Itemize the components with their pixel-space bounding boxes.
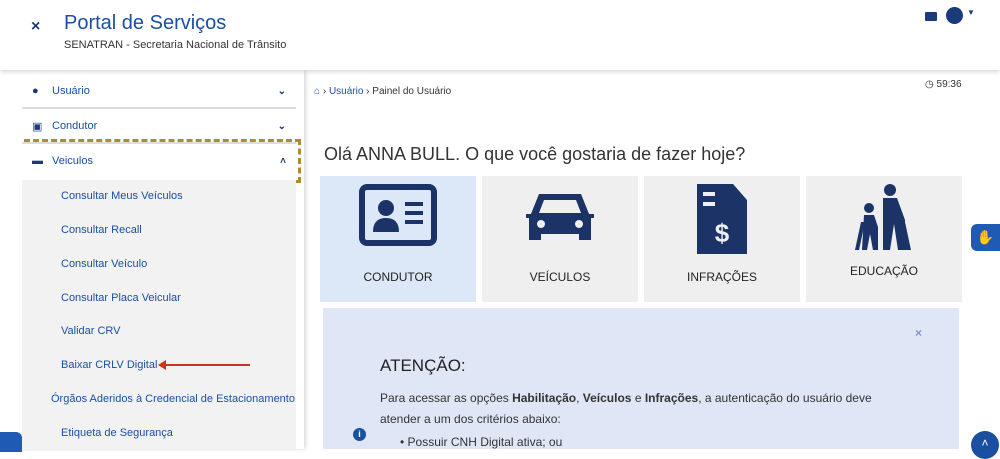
card-condutor[interactable]: CONDUTOR xyxy=(320,176,476,302)
attention-alert: × ATENÇÃO: Para acessar as opções Habili… xyxy=(323,308,959,449)
card-label: CONDUTOR xyxy=(363,270,433,284)
session-timer: ◷ 59:36 xyxy=(925,79,962,90)
highlight-box xyxy=(24,139,301,183)
submenu xyxy=(22,180,296,449)
chevron-down-icon: ⌄ xyxy=(277,85,286,97)
submenu-item[interactable]: Baixar CRLV Digital xyxy=(61,359,157,371)
sign-language-icon[interactable]: ✋ xyxy=(971,224,1000,251)
submenu-item[interactable]: Consultar Recall xyxy=(61,224,142,236)
alert-close-button[interactable]: × xyxy=(915,326,922,340)
id-card-icon xyxy=(359,184,437,246)
invoice-icon: $ xyxy=(697,184,747,254)
text: Habilitação xyxy=(512,391,577,405)
alert-bullet: • Possuir CNH Digital ativa; ou xyxy=(400,435,563,449)
info-icon: i xyxy=(353,428,366,441)
text: , xyxy=(576,391,583,405)
chevron-down-icon: ⌄ xyxy=(277,120,286,132)
submenu-item[interactable]: Consultar Placa Veicular xyxy=(61,292,181,304)
breadcrumb-current: Painel do Usuário xyxy=(372,86,452,97)
submenu-item[interactable]: Validar CRV xyxy=(61,325,121,337)
breadcrumb: ⌂ › Usuário › Painel do Usuário xyxy=(314,86,452,97)
submenu-item[interactable]: Consultar Meus Veículos xyxy=(61,190,183,202)
card-educacao[interactable]: EDUCAÇÃO xyxy=(806,176,962,302)
text: Infrações xyxy=(644,391,699,405)
submenu-item[interactable]: Etiqueta de Segurança xyxy=(61,427,173,439)
text: Veículos xyxy=(582,391,632,405)
page-title: Portal de Serviços xyxy=(64,12,227,34)
sidebar-label: Condutor xyxy=(52,120,98,132)
sidebar-item-usuario[interactable]: ● Usuário ⌄ xyxy=(22,74,296,108)
car-icon xyxy=(526,194,594,240)
annotation-arrow xyxy=(158,360,250,370)
id-card-icon: ▣ xyxy=(32,120,43,133)
sidebar-label: Usuário xyxy=(52,85,90,97)
clock-icon: ◷ xyxy=(925,79,934,90)
mail-icon[interactable] xyxy=(925,12,937,21)
alert-title: ATENÇÃO: xyxy=(380,356,466,375)
text: Para acessar as opções xyxy=(380,391,513,405)
text: e xyxy=(631,391,645,405)
card-infracoes[interactable]: $ INFRAÇÕES xyxy=(644,176,800,302)
card-label: VEÍCULOS xyxy=(529,270,591,284)
greeting: Olá ANNA BULL. O que você gostaria de fa… xyxy=(324,144,746,164)
pedestrian-crossing-icon xyxy=(855,184,911,250)
sidebar-item-condutor[interactable]: ▣ Condutor ⌄ xyxy=(22,109,296,143)
timer-value: 59:36 xyxy=(936,79,962,90)
submenu-item[interactable]: Consultar Veículo xyxy=(61,258,147,270)
caret-down-icon[interactable]: ▼ xyxy=(967,8,975,17)
user-avatar-icon[interactable] xyxy=(946,7,963,24)
accessibility-icon[interactable] xyxy=(0,432,22,452)
breadcrumb-link[interactable]: Usuário xyxy=(329,86,363,97)
submenu-item[interactable]: Órgãos Aderidos à Credencial de Estacion… xyxy=(51,393,295,405)
svg-text:$: $ xyxy=(715,218,730,248)
close-menu-button[interactable]: × xyxy=(31,18,40,36)
card-label: INFRAÇÕES xyxy=(686,270,757,284)
scroll-top-button[interactable]: ˄ xyxy=(971,431,999,459)
page-subtitle: SENATRAN - Secretaria Nacional de Trânsi… xyxy=(64,39,287,51)
user-icon: ● xyxy=(32,85,39,97)
card-label: EDUCAÇÃO xyxy=(849,264,918,278)
alert-text: Para acessar as opções Habilitação, Veíc… xyxy=(380,388,880,430)
card-veiculos[interactable]: VEÍCULOS xyxy=(482,176,638,302)
header: × Portal de Serviços SENATRAN - Secretar… xyxy=(0,0,1000,70)
home-icon[interactable]: ⌂ xyxy=(314,86,320,97)
